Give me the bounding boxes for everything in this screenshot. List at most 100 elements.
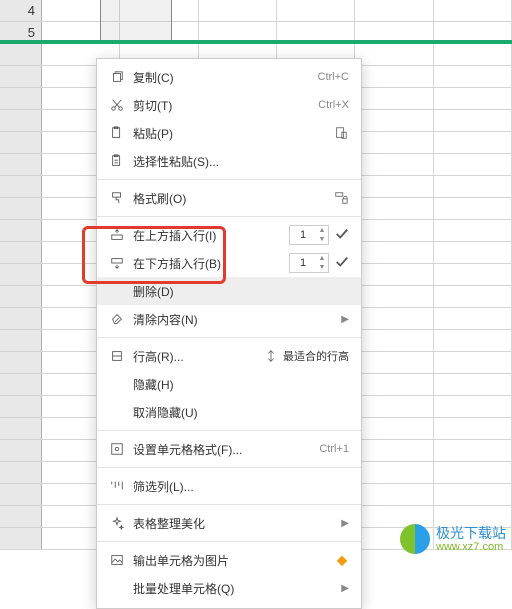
cell[interactable] <box>355 308 433 329</box>
cell[interactable] <box>434 66 512 87</box>
cell[interactable] <box>355 484 433 505</box>
cell[interactable] <box>434 44 512 65</box>
cell[interactable] <box>355 528 433 549</box>
cell[interactable] <box>355 88 433 109</box>
cell[interactable] <box>434 22 512 43</box>
cell[interactable] <box>355 374 433 395</box>
menu-cut[interactable]: 剪切(T) Ctrl+X <box>97 91 361 119</box>
cell[interactable] <box>355 330 433 351</box>
menu-delete[interactable]: 删除(D) <box>97 277 361 305</box>
cell[interactable] <box>434 330 512 351</box>
row-header[interactable] <box>0 220 42 241</box>
cell[interactable] <box>434 286 512 307</box>
menu-unhide[interactable]: 取消隐藏(U) <box>97 398 361 426</box>
row-header[interactable] <box>0 330 42 351</box>
cell[interactable] <box>355 22 433 43</box>
row-header[interactable] <box>0 198 42 219</box>
cell[interactable] <box>120 22 198 43</box>
row-header[interactable] <box>0 110 42 131</box>
cell[interactable] <box>434 132 512 153</box>
menu-table-style[interactable]: 表格整理美化 ▶ <box>97 509 361 537</box>
cell[interactable] <box>277 22 355 43</box>
menu-insert-below[interactable]: 在下方插入行(B) 1 ▲▼ <box>97 249 361 277</box>
cell[interactable] <box>355 154 433 175</box>
cell[interactable] <box>355 418 433 439</box>
cell[interactable] <box>434 0 512 21</box>
row-header[interactable] <box>0 484 42 505</box>
menu-copy[interactable]: 复制(C) Ctrl+C <box>97 63 361 91</box>
menu-format-painter[interactable]: 格式刷(O) <box>97 184 361 212</box>
row-header[interactable] <box>0 132 42 153</box>
cell[interactable] <box>277 0 355 21</box>
check-icon[interactable] <box>335 227 349 244</box>
cell[interactable] <box>434 418 512 439</box>
row-header[interactable]: 5 <box>0 22 42 43</box>
row-header[interactable] <box>0 440 42 461</box>
row-header[interactable] <box>0 44 42 65</box>
cell[interactable] <box>199 22 277 43</box>
cell[interactable] <box>355 220 433 241</box>
cell[interactable] <box>434 242 512 263</box>
cell[interactable] <box>434 506 512 527</box>
spin-up-icon[interactable]: ▲ <box>316 254 328 263</box>
row-count-input[interactable]: 1 ▲▼ <box>289 253 329 273</box>
row-header[interactable] <box>0 88 42 109</box>
menu-filter-column[interactable]: 筛选列(L)... <box>97 472 361 500</box>
menu-hide[interactable]: 隐藏(H) <box>97 370 361 398</box>
cell[interactable] <box>434 110 512 131</box>
row-header[interactable] <box>0 506 42 527</box>
cell[interactable] <box>434 528 512 549</box>
cell[interactable] <box>355 110 433 131</box>
row-header[interactable] <box>0 396 42 417</box>
row-header[interactable] <box>0 176 42 197</box>
row-header[interactable] <box>0 374 42 395</box>
cell[interactable] <box>355 396 433 417</box>
cell[interactable] <box>355 506 433 527</box>
cell[interactable] <box>434 484 512 505</box>
secondary[interactable]: 最适合的行高 <box>263 348 349 364</box>
cell[interactable] <box>434 264 512 285</box>
cell[interactable] <box>434 198 512 219</box>
row-header[interactable] <box>0 242 42 263</box>
cell[interactable] <box>120 0 198 21</box>
row-header[interactable] <box>0 66 42 87</box>
row-header[interactable] <box>0 286 42 307</box>
check-icon[interactable] <box>335 255 349 272</box>
cell[interactable] <box>434 462 512 483</box>
row-header[interactable] <box>0 154 42 175</box>
row-header[interactable] <box>0 308 42 329</box>
cell[interactable] <box>199 0 277 21</box>
menu-row-height[interactable]: 行高(R)... 最适合的行高 <box>97 342 361 370</box>
cell[interactable] <box>434 374 512 395</box>
cell[interactable] <box>355 440 433 461</box>
spin-down-icon[interactable]: ▼ <box>316 235 328 244</box>
row-header[interactable]: 4 <box>0 0 42 21</box>
row-header[interactable] <box>0 352 42 373</box>
menu-clear[interactable]: 清除内容(N) ▶ <box>97 305 361 333</box>
cell[interactable] <box>355 132 433 153</box>
cell[interactable] <box>434 154 512 175</box>
spin-down-icon[interactable]: ▼ <box>316 263 328 272</box>
cell[interactable] <box>355 352 433 373</box>
cell[interactable] <box>355 264 433 285</box>
cell[interactable] <box>42 0 120 21</box>
cell[interactable] <box>355 242 433 263</box>
row-header[interactable] <box>0 528 42 549</box>
cell[interactable] <box>434 176 512 197</box>
menu-paste-special[interactable]: 选择性粘贴(S)... <box>97 147 361 175</box>
cell[interactable] <box>355 198 433 219</box>
row-count-input[interactable]: 1 ▲▼ <box>289 225 329 245</box>
cell[interactable] <box>355 0 433 21</box>
cell[interactable] <box>355 286 433 307</box>
menu-paste[interactable]: 粘贴(P) <box>97 119 361 147</box>
cell[interactable] <box>355 176 433 197</box>
cell[interactable] <box>434 396 512 417</box>
menu-export-image[interactable]: 输出单元格为图片 <box>97 546 361 574</box>
cell[interactable] <box>434 88 512 109</box>
cell[interactable] <box>355 44 433 65</box>
row-header[interactable] <box>0 418 42 439</box>
cell[interactable] <box>434 352 512 373</box>
cell[interactable] <box>42 22 120 43</box>
cell[interactable] <box>434 220 512 241</box>
row-header[interactable] <box>0 264 42 285</box>
